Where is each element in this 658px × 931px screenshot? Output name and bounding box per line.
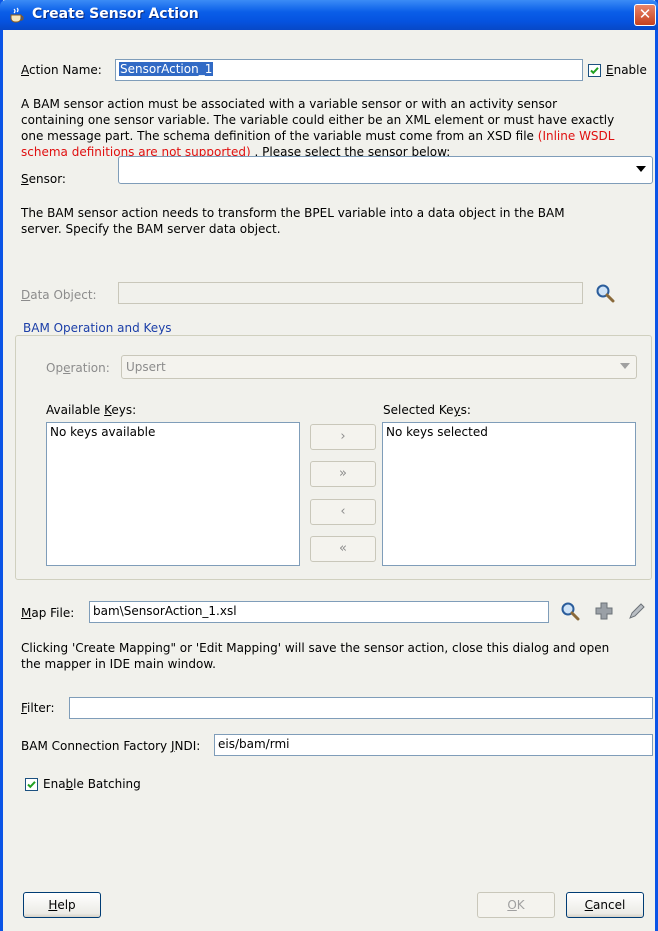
search-icon[interactable]	[560, 601, 580, 621]
remove-key-button[interactable]: ‹	[310, 499, 376, 525]
available-keys-list[interactable]: No keys available	[46, 422, 300, 566]
sensor-label: Sensor:	[21, 172, 66, 186]
add-key-button[interactable]: ›	[310, 424, 376, 450]
dialog-window: Create Sensor Action ✕ Action Name: Sens…	[0, 0, 658, 931]
jndi-label: BAM Connection Factory JNDI:	[21, 739, 201, 753]
sensor-select[interactable]	[118, 156, 653, 184]
selected-keys-empty: No keys selected	[386, 425, 488, 439]
bam-operation-group-title: BAM Operation and Keys	[20, 321, 175, 335]
operation-select[interactable]: Upsert	[121, 355, 637, 379]
selected-keys-label: Selected Keys:	[383, 403, 471, 417]
dropdown-arrow-icon	[636, 166, 646, 172]
help-button[interactable]: Help	[23, 892, 101, 918]
data-object-label: Data Object:	[21, 288, 97, 302]
map-file-input[interactable]: bam\SensorAction_1.xsl	[89, 601, 549, 623]
filter-input[interactable]	[69, 697, 653, 719]
remove-all-keys-button[interactable]: «	[310, 536, 376, 562]
edit-pencil-icon[interactable]	[627, 601, 647, 621]
available-keys-empty: No keys available	[50, 425, 156, 439]
intro-text: A BAM sensor action must be associated w…	[21, 97, 615, 159]
cancel-button[interactable]: Cancel	[566, 892, 644, 918]
operation-label: Operation:	[46, 361, 110, 375]
dropdown-arrow-icon	[620, 363, 630, 369]
filter-label: Filter:	[21, 701, 55, 715]
action-name-input[interactable]: SensorAction_1	[115, 59, 583, 81]
data-object-input[interactable]	[118, 282, 583, 304]
ok-button[interactable]: OK	[477, 892, 555, 918]
enable-batching-checkbox[interactable]	[25, 778, 38, 791]
enable-batching-label: Enable Batching	[43, 777, 141, 791]
check-icon	[27, 781, 36, 789]
dialog-title: Create Sensor Action	[32, 6, 199, 22]
close-icon[interactable]: ✕	[634, 4, 656, 26]
mapping-note-text: Clicking 'Create Mapping" or 'Edit Mappi…	[21, 641, 610, 671]
action-name-label: Action Name:	[21, 63, 102, 77]
check-icon	[590, 67, 599, 75]
title-bar[interactable]: Create Sensor Action ✕	[0, 0, 658, 30]
map-file-label: Map File:	[21, 606, 75, 620]
add-all-keys-button[interactable]: »	[310, 461, 376, 487]
transform-text: The BAM sensor action needs to transform…	[21, 206, 565, 236]
add-icon[interactable]	[594, 601, 614, 621]
enable-label: Enable	[606, 63, 647, 77]
enable-checkbox[interactable]	[588, 64, 601, 77]
coffee-cup-icon	[10, 7, 24, 23]
available-keys-label: Available Keys:	[46, 403, 137, 417]
selected-keys-list[interactable]: No keys selected	[382, 422, 636, 566]
jndi-input[interactable]: eis/bam/rmi	[214, 734, 653, 756]
search-icon[interactable]	[595, 283, 615, 303]
